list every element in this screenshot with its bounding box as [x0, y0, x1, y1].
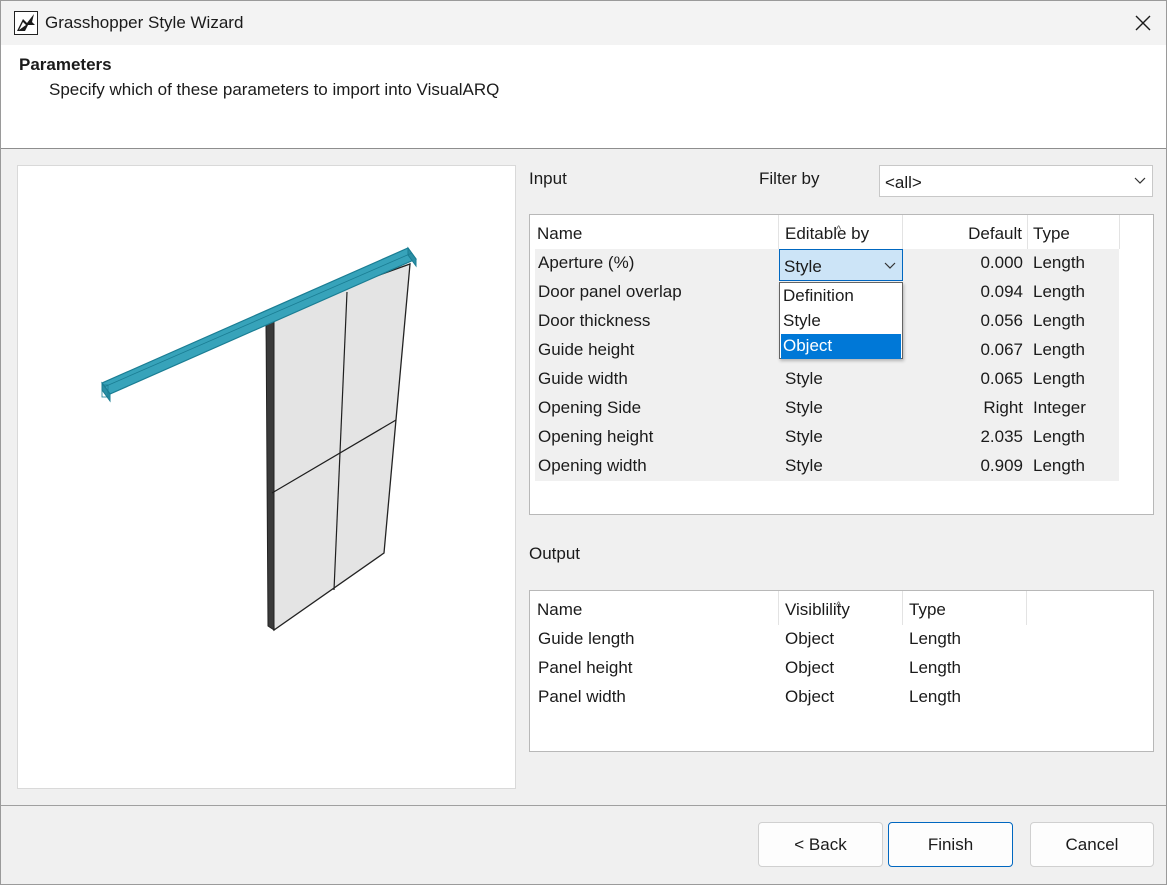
column-header-visibility[interactable]: ^ Visiblility	[779, 591, 903, 625]
column-header-type[interactable]: Type	[1028, 215, 1120, 249]
column-header-editable-by[interactable]: ^ Editable by	[779, 215, 903, 249]
table-row[interactable]: Panel height Object Length	[535, 654, 1145, 683]
column-header-name[interactable]: Name	[530, 215, 779, 249]
input-label: Input	[529, 169, 567, 188]
rhino-app-icon	[14, 11, 38, 35]
wizard-window: Grasshopper Style Wizard Parameters Spec…	[0, 0, 1167, 885]
table-row[interactable]: Opening Side Style Right Integer	[535, 394, 1119, 423]
page-title: Parameters	[19, 55, 112, 74]
option-object[interactable]: Object	[781, 334, 901, 359]
column-header-name[interactable]: Name	[530, 591, 779, 625]
option-style[interactable]: Style	[781, 309, 901, 334]
chevron-down-icon	[1134, 177, 1146, 184]
table-row[interactable]: Guide width Style 0.065 Length	[535, 365, 1119, 394]
output-parameters-table: Name ^ Visiblility Type Guide length Obj…	[529, 590, 1154, 752]
door-model-preview	[101, 246, 417, 632]
page-subtitle: Specify which of these parameters to imp…	[49, 80, 500, 99]
wizard-header: Parameters Specify which of these parame…	[1, 45, 1166, 149]
table-row[interactable]: Guide length Object Length	[535, 625, 1145, 654]
preview-viewport[interactable]	[17, 165, 516, 789]
table-row[interactable]: Panel width Object Length	[535, 683, 1145, 712]
input-table-header: Name ^ Editable by Default Type	[530, 215, 1153, 249]
editable-by-options-list: Definition Style Object	[779, 282, 903, 359]
editable-by-dropdown[interactable]: Style	[779, 249, 903, 281]
table-row[interactable]: Opening width Style 0.909 Length	[535, 452, 1119, 481]
close-icon	[1135, 15, 1151, 31]
column-header-default[interactable]: Default	[903, 215, 1028, 249]
output-label: Output	[529, 544, 581, 563]
window-title: Grasshopper Style Wizard	[45, 13, 244, 32]
output-table-header: Name ^ Visiblility Type	[530, 591, 1153, 625]
footer-divider	[1, 805, 1166, 806]
option-definition[interactable]: Definition	[781, 284, 901, 309]
column-header-type[interactable]: Type	[903, 591, 1027, 625]
finish-button[interactable]: Finish	[888, 822, 1013, 867]
table-row[interactable]: Opening height Style 2.035 Length	[535, 423, 1119, 452]
chevron-down-icon	[884, 262, 896, 269]
title-bar: Grasshopper Style Wizard	[1, 1, 1166, 45]
cancel-button[interactable]: Cancel	[1030, 822, 1154, 867]
editable-by-dropdown-value: Style	[784, 257, 822, 276]
close-button[interactable]	[1120, 1, 1166, 45]
filter-select[interactable]: <all>	[879, 165, 1153, 197]
filter-select-value: <all>	[885, 173, 922, 192]
back-button[interactable]: < Back	[758, 822, 883, 867]
filter-label: Filter by	[759, 169, 820, 188]
